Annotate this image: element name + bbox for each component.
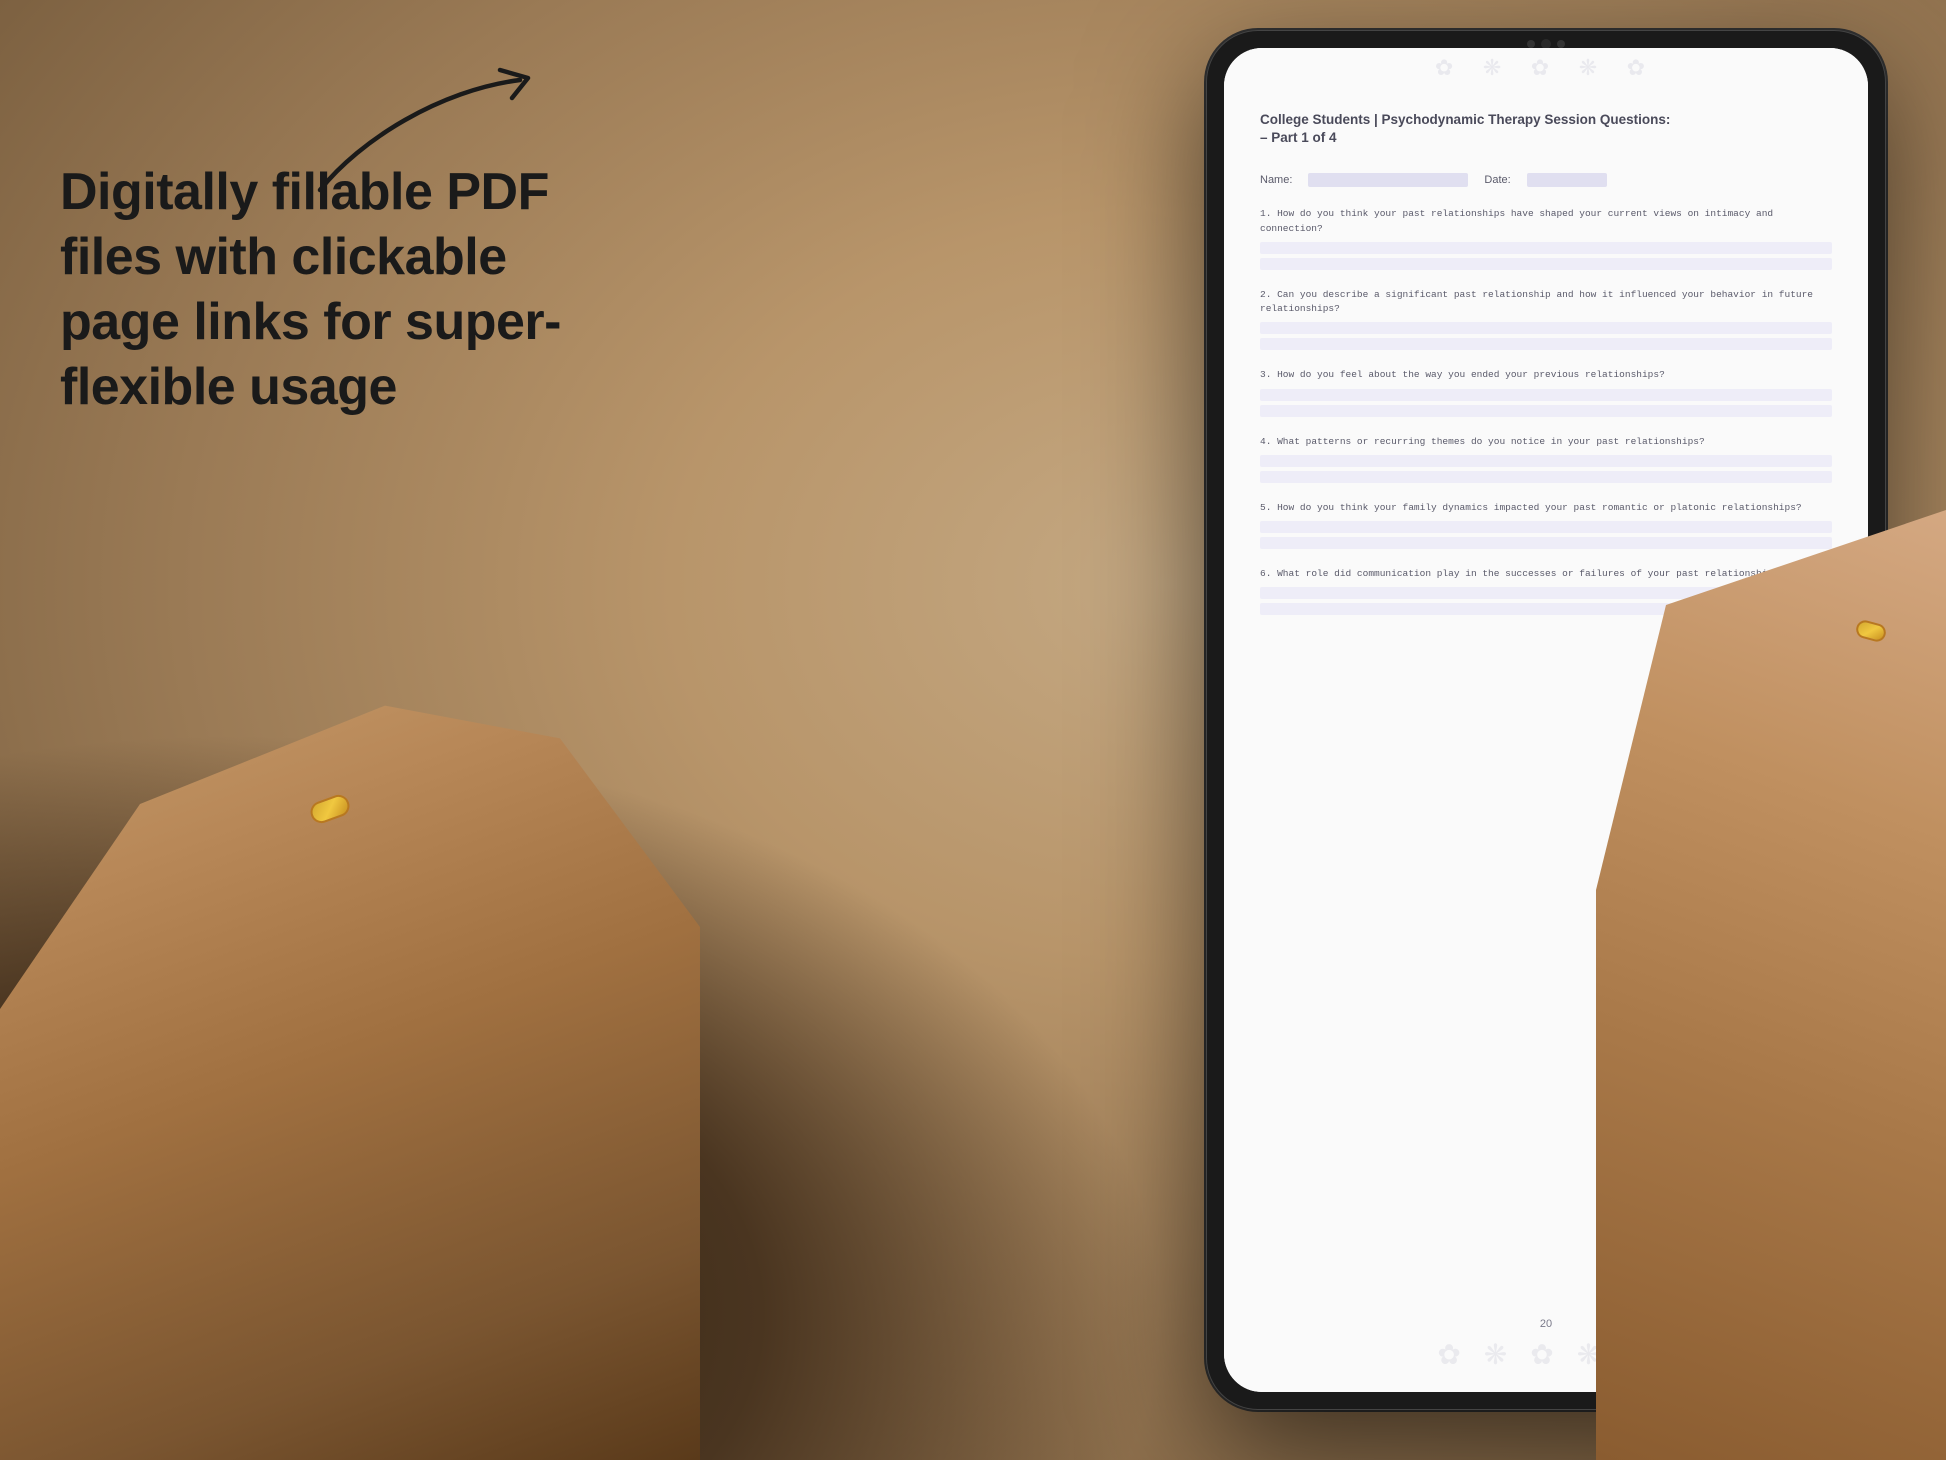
date-label: Date: <box>1484 174 1510 186</box>
answer-line[interactable] <box>1260 258 1832 270</box>
answer-line[interactable] <box>1260 322 1832 334</box>
question-5: 5. How do you think your family dynamics… <box>1260 501 1832 549</box>
question-5-answer[interactable] <box>1260 521 1832 549</box>
pdf-title-line1: College Students | Psychodynamic Therapy… <box>1260 110 1832 130</box>
question-4-text: 4. What patterns or recurring themes do … <box>1260 435 1832 449</box>
name-label: Name: <box>1260 174 1292 186</box>
answer-line[interactable] <box>1260 338 1832 350</box>
answer-line[interactable] <box>1260 537 1832 549</box>
name-field[interactable] <box>1308 173 1468 187</box>
question-1-answer[interactable] <box>1260 242 1832 270</box>
pdf-top-decoration: ✿ ❋ ✿ ❋ ✿ <box>1224 48 1868 88</box>
answer-line[interactable] <box>1260 405 1832 417</box>
answer-line[interactable] <box>1260 389 1832 401</box>
answer-line[interactable] <box>1260 242 1832 254</box>
question-1-text: 1. How do you think your past relationsh… <box>1260 207 1832 236</box>
pdf-title-section: College Students | Psychodynamic Therapy… <box>1260 110 1832 145</box>
question-3-text: 3. How do you feel about the way you end… <box>1260 368 1832 382</box>
question-2: 2. Can you describe a significant past r… <box>1260 288 1832 351</box>
question-2-answer[interactable] <box>1260 322 1832 350</box>
page-number: 20 <box>1540 1318 1552 1330</box>
question-3-answer[interactable] <box>1260 389 1832 417</box>
answer-line[interactable] <box>1260 521 1832 533</box>
camera-dot-left <box>1527 40 1535 48</box>
left-panel: Digitally fillable PDF files with clicka… <box>60 160 600 420</box>
question-4-answer[interactable] <box>1260 455 1832 483</box>
name-date-row: Name: Date: <box>1260 173 1832 187</box>
question-2-text: 2. Can you describe a significant past r… <box>1260 288 1832 317</box>
camera-dot-right <box>1557 40 1565 48</box>
date-field[interactable] <box>1527 173 1607 187</box>
answer-line[interactable] <box>1260 455 1832 467</box>
pdf-title-line2: – Part 1 of 4 <box>1260 130 1832 145</box>
question-1: 1. How do you think your past relationsh… <box>1260 207 1832 270</box>
question-5-text: 5. How do you think your family dynamics… <box>1260 501 1832 515</box>
answer-line[interactable] <box>1260 471 1832 483</box>
question-3: 3. How do you feel about the way you end… <box>1260 368 1832 416</box>
marketing-heading: Digitally fillable PDF files with clicka… <box>60 160 600 420</box>
question-4: 4. What patterns or recurring themes do … <box>1260 435 1832 483</box>
